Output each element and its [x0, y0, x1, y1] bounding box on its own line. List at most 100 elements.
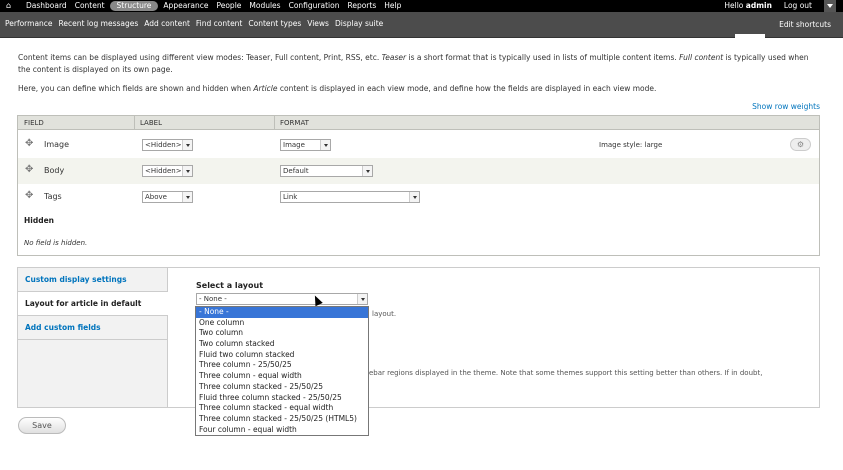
shortcut-links: Performance Recent log messages Add cont…: [3, 19, 387, 28]
format-select[interactable]: Link: [280, 191, 420, 203]
admin-menu: Dashboard Content Structure Appearance P…: [22, 0, 405, 12]
edit-shortcuts-link[interactable]: Edit shortcuts: [779, 20, 831, 29]
drag-handle-icon[interactable]: ✥: [25, 191, 33, 201]
dropdown-option[interactable]: Fluid two column stacked: [196, 350, 368, 361]
label-select[interactable]: <Hidden>: [142, 139, 193, 151]
shortcut-views[interactable]: Views: [305, 19, 333, 28]
intro-teaser: Teaser: [381, 53, 407, 62]
dropdown-option[interactable]: Three column stacked - 25/50/25 (HTML5): [196, 414, 368, 425]
drag-handle-icon[interactable]: ✥: [25, 139, 33, 149]
layout-description: layout.: [372, 310, 397, 318]
dropdown-option[interactable]: Three column stacked - 25/50/25: [196, 382, 368, 393]
menu-configuration[interactable]: Configuration: [285, 0, 344, 12]
drag-handle-icon[interactable]: ✥: [25, 165, 33, 175]
label-select[interactable]: <Hidden>: [142, 165, 193, 177]
dropdown-option[interactable]: Three column stacked - equal width: [196, 403, 368, 414]
dropdown-option[interactable]: Four column - equal width: [196, 425, 368, 436]
dropdown-option[interactable]: Fluid three column stacked - 25/50/25: [196, 393, 368, 404]
menu-help[interactable]: Help: [380, 0, 405, 12]
menu-content[interactable]: Content: [71, 0, 109, 12]
intro-paragraph-1: Content items can be displayed using dif…: [18, 52, 818, 76]
field-name: Image: [44, 140, 70, 149]
username-link[interactable]: admin: [746, 1, 772, 10]
tab-custom-display-settings[interactable]: Custom display settings: [18, 268, 168, 292]
label-select[interactable]: Above: [142, 191, 193, 203]
hidden-region-empty: No field is hidden.: [24, 239, 88, 247]
table-row: ✥ Image <Hidden> Image Image style: larg…: [18, 132, 819, 158]
shortcut-add-content[interactable]: Add content: [142, 19, 194, 28]
fields-table: Field Label Format ✥ Image <Hidden> Imag…: [17, 115, 820, 256]
greeting-prefix: Hello: [724, 1, 746, 10]
intro-text: Here, you can define which fields are sh…: [18, 84, 254, 93]
chevron-down-icon: [409, 192, 419, 202]
chevron-down-icon: [182, 166, 192, 176]
shortcut-find-content[interactable]: Find content: [194, 19, 246, 28]
dropdown-option[interactable]: - None -: [196, 307, 368, 318]
menu-appearance[interactable]: Appearance: [159, 0, 212, 12]
table-header: Field Label Format: [18, 116, 819, 130]
menu-modules[interactable]: Modules: [245, 0, 284, 12]
shortcuts-toggle-icon[interactable]: [824, 0, 836, 12]
home-icon[interactable]: ⌂: [6, 1, 11, 10]
menu-structure[interactable]: Structure: [109, 1, 159, 11]
dropdown-option[interactable]: Two column stacked: [196, 339, 368, 350]
label-select-value: Above: [145, 193, 167, 201]
format-select-value: Image: [283, 141, 305, 149]
field-name: Tags: [44, 192, 62, 201]
dropdown-option[interactable]: One column: [196, 318, 368, 329]
label-select-value: <Hidden>: [145, 167, 182, 175]
intro-article: Article: [253, 84, 278, 93]
shortcut-recent-log[interactable]: Recent log messages: [57, 19, 143, 28]
table-row: ✥ Tags Above Link: [18, 184, 819, 210]
layout-select-value: - None -: [199, 295, 227, 303]
format-summary: Image style: large: [599, 141, 663, 149]
format-select[interactable]: Image: [280, 139, 331, 151]
greeting: Hello admin: [718, 0, 778, 12]
layout-dropdown-list: - None - One column Two column Two colum…: [195, 306, 369, 436]
tab-layout-for-article[interactable]: Layout for article in default: [18, 292, 169, 316]
tab-add-custom-fields[interactable]: Add custom fields: [18, 316, 168, 340]
header-field: Field: [24, 119, 44, 127]
table-row: ✥ Body <Hidden> Default: [18, 158, 819, 184]
logout-link[interactable]: Log out: [778, 0, 818, 12]
layout-label: Select a layout: [196, 281, 264, 290]
show-row-weights-link[interactable]: Show row weights: [752, 102, 820, 111]
intro-text: is a short format that is typically used…: [406, 53, 680, 62]
tab-edge: [735, 34, 765, 38]
intro-paragraph-2: Here, you can define which fields are sh…: [18, 83, 818, 95]
chevron-down-icon: [357, 294, 367, 304]
menu-reports[interactable]: Reports: [343, 0, 380, 12]
label-select-value: <Hidden>: [145, 141, 182, 149]
gear-icon[interactable]: ⚙: [790, 138, 811, 151]
admin-toolbar: ⌂ Dashboard Content Structure Appearance…: [0, 0, 843, 12]
dropdown-option[interactable]: Three column - equal width: [196, 371, 368, 382]
intro-full-content: Full content: [679, 53, 724, 62]
header-label: Label: [140, 119, 162, 127]
shortcuts-bar: Performance Recent log messages Add cont…: [0, 12, 843, 38]
header-format: Format: [280, 119, 309, 127]
header-divider: [274, 116, 275, 130]
chevron-down-icon: [182, 140, 192, 150]
shortcut-display-suite[interactable]: Display suite: [333, 19, 387, 28]
menu-people[interactable]: People: [212, 0, 245, 12]
chevron-down-icon: [320, 140, 330, 150]
format-select-value: Default: [283, 167, 309, 175]
shortcut-content-types[interactable]: Content types: [246, 19, 305, 28]
chevron-down-icon: [362, 166, 372, 176]
intro-text: content is displayed in each view mode, …: [277, 84, 657, 93]
field-name: Body: [44, 166, 65, 175]
user-area: Hello admin Log out: [718, 0, 818, 12]
vertical-tabs-list: Custom display settings Layout for artic…: [18, 268, 169, 407]
layout-description: ebar regions displayed in the theme. Not…: [369, 369, 763, 377]
dropdown-option[interactable]: Two column: [196, 328, 368, 339]
shortcut-performance[interactable]: Performance: [3, 19, 57, 28]
save-button[interactable]: Save: [18, 417, 66, 434]
header-divider: [134, 116, 135, 130]
format-select[interactable]: Default: [280, 165, 373, 177]
dropdown-option[interactable]: Three column - 25/50/25: [196, 360, 368, 371]
menu-dashboard[interactable]: Dashboard: [22, 0, 71, 12]
layout-select[interactable]: - None -: [196, 293, 368, 305]
format-select-value: Link: [283, 193, 298, 201]
hidden-region-title: Hidden: [24, 216, 55, 225]
vertical-tabs: Custom display settings Layout for artic…: [17, 267, 820, 408]
